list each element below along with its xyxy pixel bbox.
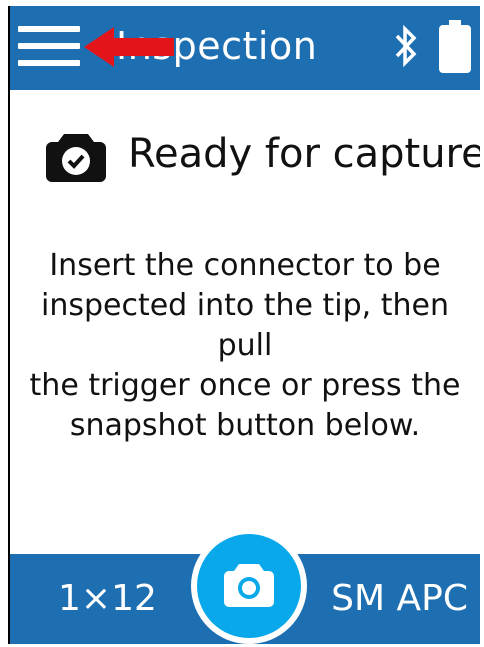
connector-type-label[interactable]: SM APC [331, 574, 468, 624]
battery-full-icon [439, 20, 471, 73]
hamburger-menu-icon[interactable] [18, 22, 80, 70]
red-arrow-annotation-icon [84, 27, 174, 67]
camera-check-icon [46, 134, 106, 182]
top-bar: Inspection [10, 6, 480, 90]
fiber-count-label[interactable]: 1×12 [58, 574, 157, 624]
bluetooth-icon [395, 24, 417, 68]
device-screen: Inspection Ready for capture Insert the … [8, 6, 480, 644]
status-title: Ready for capture [128, 131, 480, 177]
instruction-text: Insert the connector to be inspected int… [22, 246, 468, 446]
instruction-line: inspected into the tip, then pull [40, 288, 449, 363]
capture-status: Ready for capture [10, 126, 480, 186]
camera-icon [224, 564, 274, 607]
instruction-line: the trigger once or press the [29, 368, 461, 403]
instruction-line: Insert the connector to be [49, 248, 441, 283]
instruction-line: snapshot button below. [69, 408, 421, 443]
snapshot-button[interactable] [197, 534, 301, 638]
